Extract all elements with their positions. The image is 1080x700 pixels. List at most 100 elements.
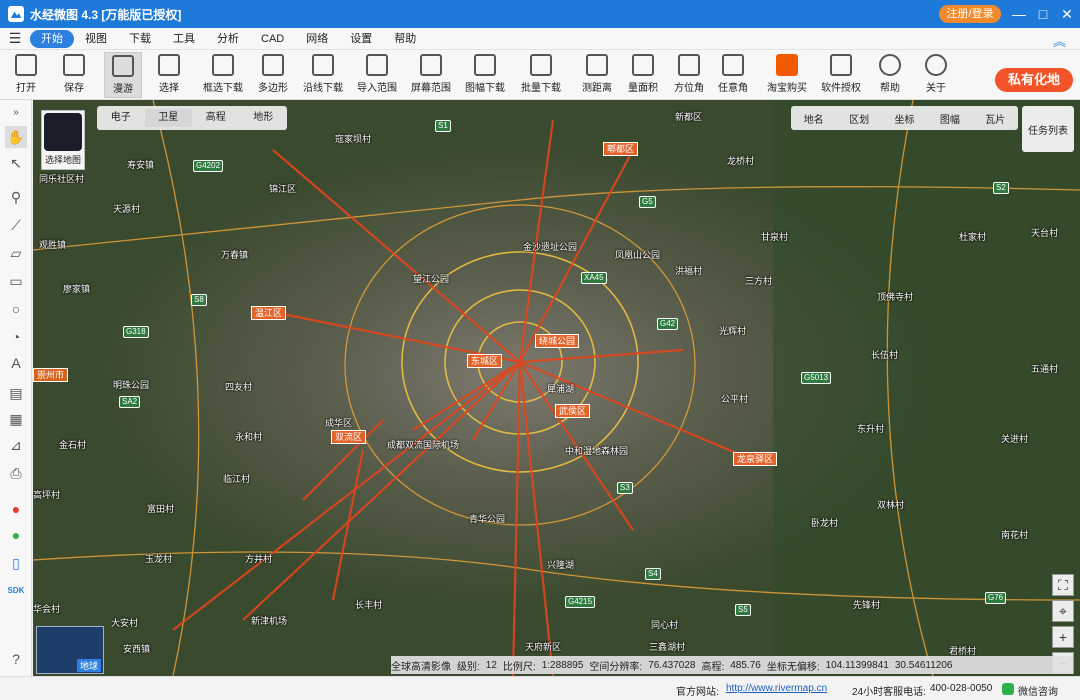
print-icon[interactable]: ⎙ (5, 462, 27, 484)
maptype-elevation[interactable]: 高程 (192, 109, 240, 127)
text-icon[interactable]: A (5, 352, 27, 374)
place-label: 临江村 (223, 474, 251, 484)
private-deploy-button[interactable]: 私有化地 (995, 68, 1073, 92)
question-icon (879, 54, 901, 76)
ruler-icon (586, 54, 608, 76)
place-label: 关进村 (1001, 434, 1029, 444)
wechat-icon[interactable]: ● (5, 524, 27, 546)
area-tool-icon[interactable]: ▦ (5, 408, 27, 430)
help-circle-icon[interactable]: ? (5, 648, 27, 670)
layer-tile[interactable]: 瓦片 (985, 111, 1005, 126)
import-range-button[interactable]: 导入范围 (354, 52, 400, 98)
polygon-button[interactable]: 多边形 (254, 52, 292, 98)
help-button[interactable]: 帮助 (872, 52, 908, 98)
line-download-button[interactable]: 沿线下载 (300, 52, 346, 98)
place-label: 新都区 (675, 112, 703, 122)
wechat-consult-icon[interactable] (1002, 683, 1014, 695)
place-label: 永和村 (235, 432, 263, 442)
task-list-button[interactable]: 任务列表 (1022, 106, 1074, 152)
info-icon (925, 54, 947, 76)
place-label: 双林村 (877, 500, 905, 510)
rectangle-icon[interactable]: ▭ (5, 270, 27, 292)
menu-start[interactable]: 开始 (30, 29, 74, 48)
circle-icon[interactable]: ○ (5, 298, 27, 320)
highway-shield: SA2 (119, 396, 141, 408)
highway-shield: XA45 (581, 272, 607, 284)
about-button[interactable]: 关于 (918, 52, 954, 98)
pan-button[interactable]: 漫游 (104, 52, 142, 98)
maptype-terrain[interactable]: 地形 (240, 109, 288, 127)
globe-view-button[interactable]: 地球 (36, 626, 104, 674)
taobao-buy-button[interactable]: 淘宝购买 (764, 52, 810, 98)
layer-division[interactable]: 区划 (849, 111, 869, 126)
menu-cad[interactable]: CAD (250, 30, 295, 48)
azimuth-button[interactable]: 方位角 (670, 52, 708, 98)
menu-network[interactable]: 网络 (295, 30, 339, 48)
maximize-button[interactable]: □ (1032, 4, 1054, 24)
locate-icon[interactable]: ⌖ (1052, 600, 1074, 622)
menu-settings[interactable]: 设置 (339, 30, 383, 48)
arbitrary-angle-button[interactable]: 任意角 (714, 52, 752, 98)
maptype-satellite[interactable]: 卫星 (144, 109, 192, 127)
license-button[interactable]: 软件授权 (818, 52, 864, 98)
arrow-tool-icon[interactable]: ↖ (5, 152, 27, 174)
satellite-map-view[interactable]: 郫都区 温江区 东城区 绕城公园 武侯区 双流区 龙泉驿区 崇州市 寇家坝村 寿… (33, 100, 1080, 676)
menu-analysis[interactable]: 分析 (206, 30, 250, 48)
wechat-consult-link[interactable]: 微信咨询 (1018, 683, 1058, 698)
maptype-electronic[interactable]: 电子 (97, 109, 145, 127)
place-label: 顶佛寺村 (877, 292, 914, 302)
polyline-icon[interactable]: ⟋ (5, 214, 27, 236)
mobile-icon[interactable]: ▯ (5, 552, 27, 574)
collapse-ribbon-icon[interactable]: ︽ (1053, 31, 1066, 50)
layer-coordinate[interactable]: 坐标 (894, 111, 914, 126)
highway-shield: S1 (435, 120, 451, 132)
sheet-download-button[interactable]: 图幅下载 (462, 52, 508, 98)
hand-tool-icon[interactable]: ✋ (5, 126, 27, 148)
minimize-button[interactable]: — (1008, 4, 1030, 24)
polygon-draw-icon[interactable]: ▱ (5, 242, 27, 264)
sector-icon[interactable]: ◔ (5, 326, 27, 348)
place-label: 明珠公园 (113, 380, 150, 390)
angle-icon (722, 54, 744, 76)
batch-download-button[interactable]: 批量下载 (518, 52, 564, 98)
hotline-label: 24小时客服电话: (852, 687, 926, 698)
zoom-in-button[interactable]: + (1052, 626, 1074, 648)
menu-tools[interactable]: 工具 (162, 30, 206, 48)
layer-placename[interactable]: 地名 (804, 111, 824, 126)
district-wenjiang: 温江区 (251, 306, 287, 320)
status-resolution: 76.437028 (648, 659, 696, 671)
screen-range-button[interactable]: 屏幕范围 (408, 52, 454, 98)
elevation-tool-icon[interactable]: ⊿ (5, 434, 27, 456)
pin-icon[interactable]: ⚲ (5, 186, 27, 208)
menu-download[interactable]: 下载 (118, 30, 162, 48)
box-download-button[interactable]: 框选下载 (200, 52, 246, 98)
district-jinjiang: 武侯区 (555, 404, 591, 418)
website-link[interactable]: http://www.rivermap.cn (726, 683, 827, 694)
menu-view[interactable]: 视图 (74, 30, 118, 48)
polygon-icon (262, 54, 284, 76)
app-logo-icon (8, 6, 24, 22)
open-button[interactable]: 打开 (8, 52, 44, 98)
menu-help[interactable]: 帮助 (383, 30, 427, 48)
map-status-line: 全球高清影像 级别: 12 比例尺: 1:288895 空间分辨率: 76.43… (391, 656, 1073, 674)
app-link-icon[interactable]: ● (5, 498, 27, 520)
select-map-button[interactable]: 选择地图 (41, 110, 85, 170)
fullscreen-icon[interactable]: ⛶ (1052, 574, 1074, 596)
measure-distance-button[interactable]: 测距离 (578, 52, 616, 98)
expand-sidebar-icon[interactable]: » (5, 102, 27, 124)
measure-area-button[interactable]: 量面积 (624, 52, 662, 98)
area-icon (632, 54, 654, 76)
layer-sheet[interactable]: 图幅 (940, 111, 960, 126)
place-label: 南花村 (1001, 530, 1029, 540)
save-button[interactable]: 保存 (56, 52, 92, 98)
login-button[interactable]: 注册/登录 (939, 5, 1001, 23)
footer-bar: 官方网站: http://www.rivermap.cn 24小时客服电话: 4… (0, 676, 1080, 700)
place-label: 三方村 (745, 276, 773, 286)
hamburger-menu-icon[interactable]: ☰ (0, 30, 30, 47)
grid-icon (474, 54, 496, 76)
ruler-tool-icon[interactable]: ▤ (5, 382, 27, 404)
place-label: 龙桥村 (727, 156, 755, 166)
sdk-icon[interactable]: SDK (5, 580, 27, 602)
close-button[interactable]: ✕ (1056, 4, 1078, 24)
select-button[interactable]: 选择 (152, 52, 186, 98)
